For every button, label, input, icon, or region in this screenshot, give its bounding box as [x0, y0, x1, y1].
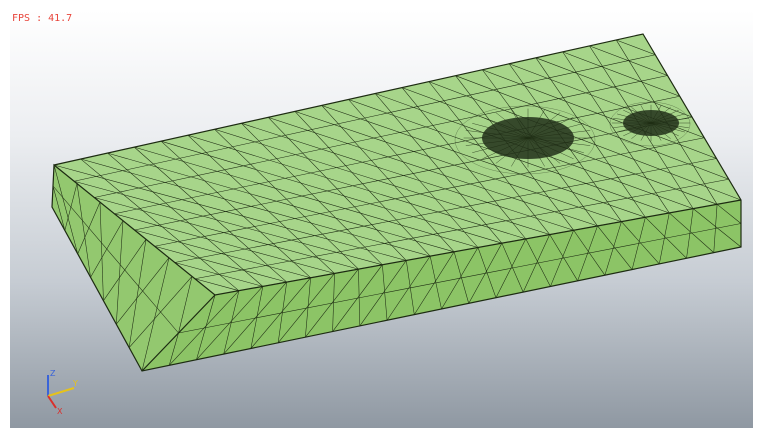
axis-triad: Z Y X — [47, 369, 78, 416]
z-axis-label: Z — [50, 369, 56, 378]
y-axis-arrow — [47, 387, 75, 397]
mesh-scene: Z Y X — [47, 33, 742, 416]
y-axis-label: Y — [72, 379, 78, 388]
3d-viewport[interactable]: FPS : 41.7 Z Y X — [10, 10, 753, 428]
x-axis-label: X — [57, 407, 63, 416]
x-axis-arrow — [47, 395, 57, 409]
